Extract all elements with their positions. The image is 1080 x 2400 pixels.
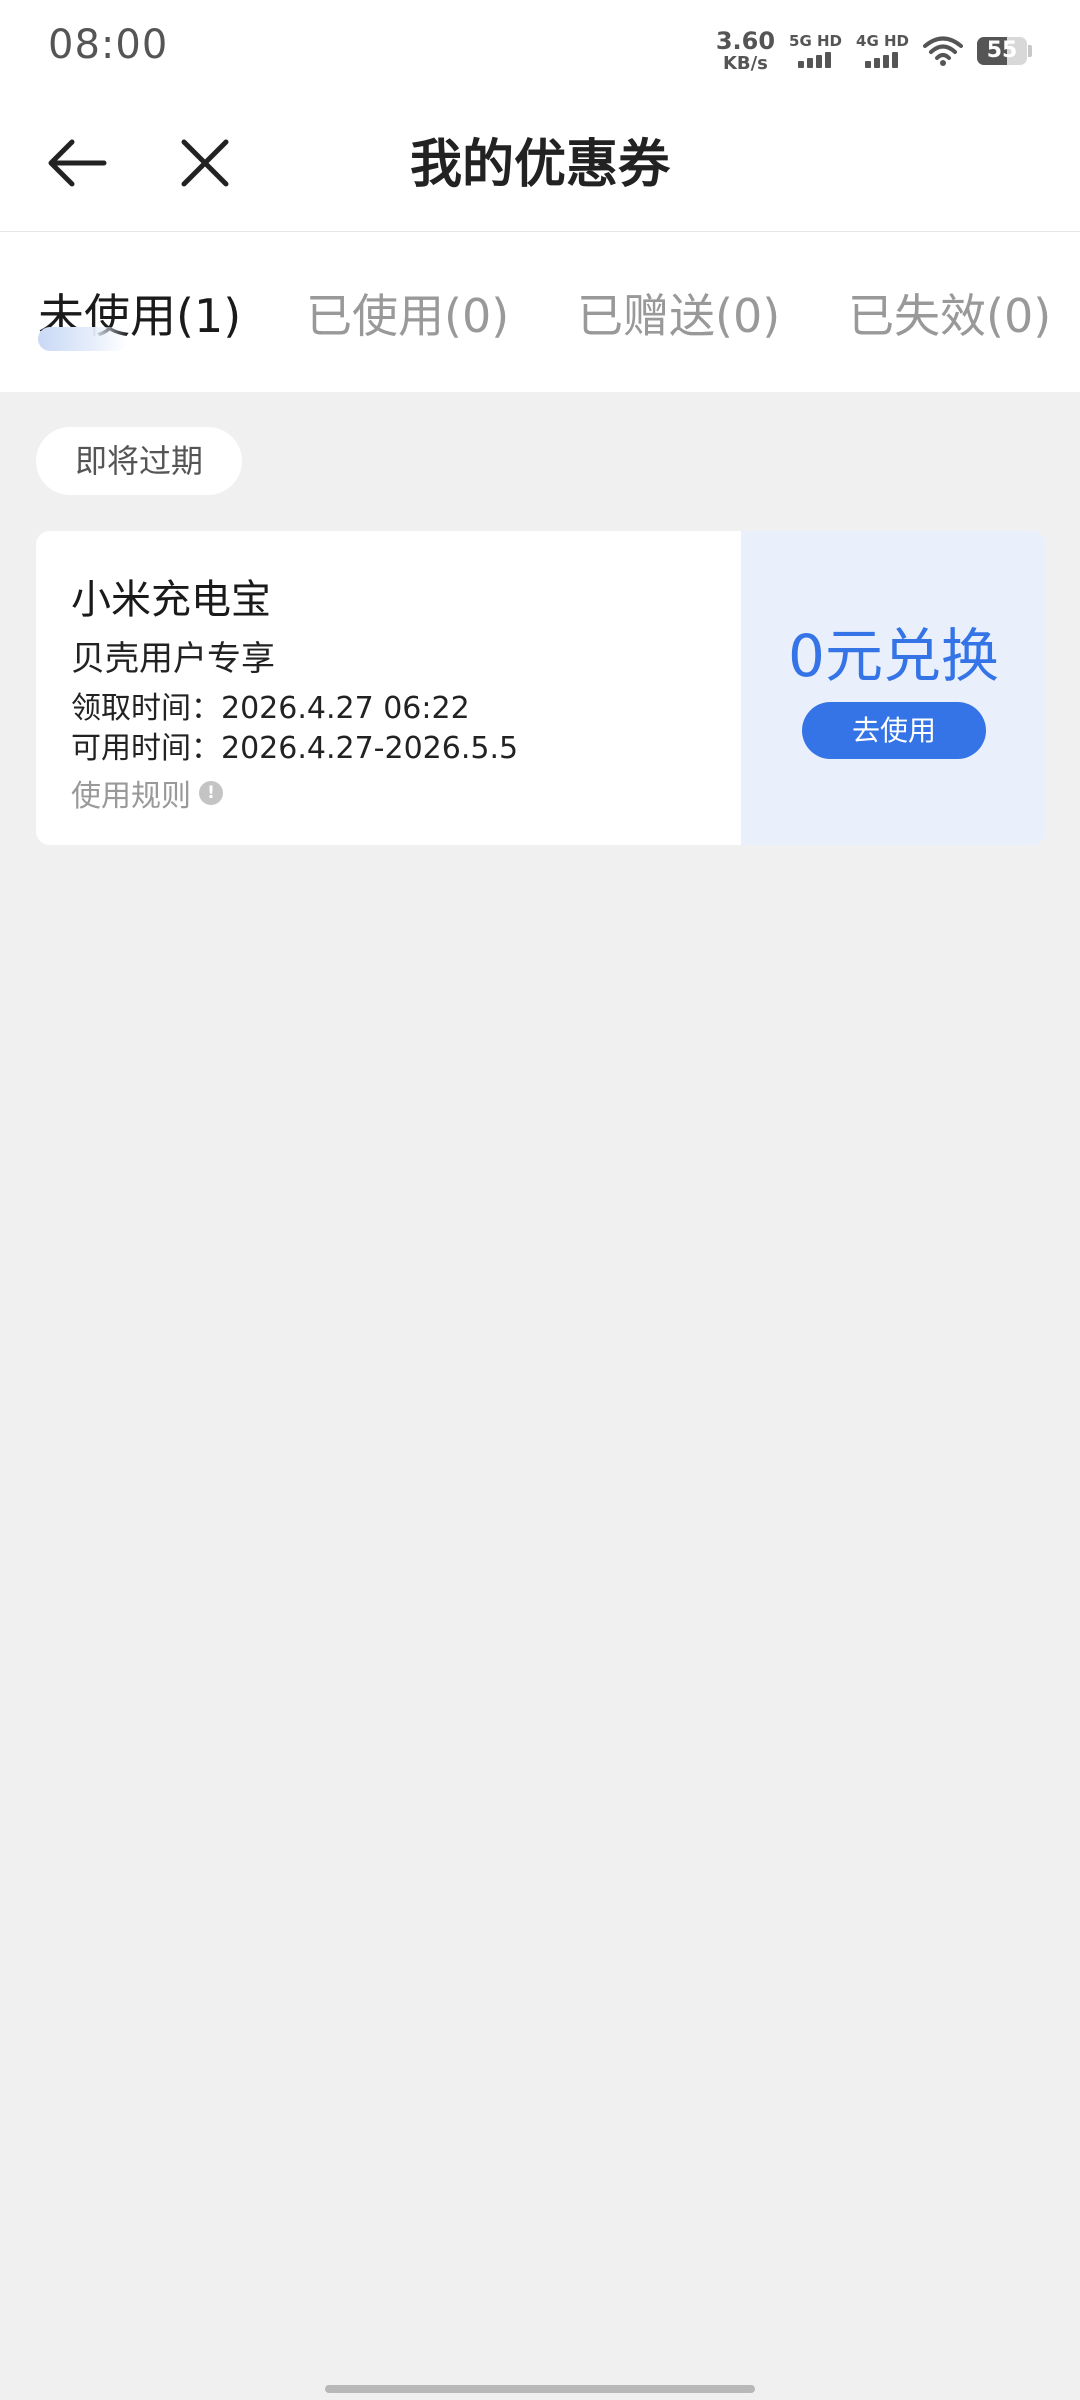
status-bar: 08:00 3.60 KB/s 5G HD 4G HD 55 — [0, 0, 1080, 100]
arrow-left-icon — [48, 139, 107, 187]
home-indicator[interactable] — [325, 2385, 755, 2393]
coupon-card[interactable]: 小米充电宝 贝壳用户专享 领取时间：2026.4.27 06:22 可用时间：2… — [36, 531, 1046, 845]
expiring-soon-badge: 即将过期 — [36, 427, 242, 495]
coupon-action-panel: 0元兑换 去使用 — [741, 531, 1046, 845]
sim1-signal: 5G HD — [789, 34, 842, 68]
usage-rules-link[interactable]: 使用规则 ! — [71, 771, 223, 815]
use-coupon-button[interactable]: 去使用 — [802, 702, 986, 759]
sim2-signal: 4G HD — [856, 34, 909, 68]
tab-used[interactable]: 已使用(0) — [306, 280, 509, 346]
close-icon — [181, 139, 229, 187]
claim-time: 领取时间：2026.4.27 06:22 — [71, 691, 470, 726]
page-title: 我的优惠券 — [409, 135, 670, 195]
valid-time: 可用时间：2026.4.27-2026.5.5 — [71, 731, 519, 766]
coupon-value: 0元兑换 — [788, 622, 999, 690]
info-icon: ! — [199, 781, 223, 805]
sim2-label: 4G HD — [856, 32, 909, 50]
network-speed-unit: KB/s — [722, 53, 768, 74]
close-button[interactable] — [170, 128, 240, 198]
status-time: 08:00 — [48, 22, 169, 68]
signal-icon — [797, 52, 831, 68]
coupon-status-tabs: 未使用(1) 已使用(0) 已赠送(0) 已失效(0) — [0, 232, 1080, 392]
active-tab-indicator — [38, 327, 128, 351]
status-indicators: 3.60 KB/s 5G HD 4G HD 55 — [716, 26, 1032, 76]
signal-icon — [864, 52, 898, 68]
sim1-label: 5G HD — [789, 32, 843, 50]
battery-icon: 55 — [977, 37, 1032, 65]
coupon-details: 小米充电宝 贝壳用户专享 领取时间：2026.4.27 06:22 可用时间：2… — [36, 531, 741, 845]
usage-rules-label: 使用规则 — [71, 779, 191, 814]
battery-level: 55 — [986, 38, 1018, 63]
network-speed-value: 3.60 — [715, 27, 776, 55]
network-speed: 3.60 KB/s — [716, 29, 775, 73]
coupon-subtitle: 贝壳用户专享 — [71, 639, 275, 679]
tab-expired[interactable]: 已失效(0) — [848, 280, 1051, 346]
back-button[interactable] — [42, 128, 112, 198]
nav-bar: 我的优惠券 — [0, 100, 1080, 232]
coupon-name: 小米充电宝 — [71, 577, 271, 623]
wifi-icon — [923, 36, 963, 66]
tab-gifted[interactable]: 已赠送(0) — [577, 280, 780, 346]
